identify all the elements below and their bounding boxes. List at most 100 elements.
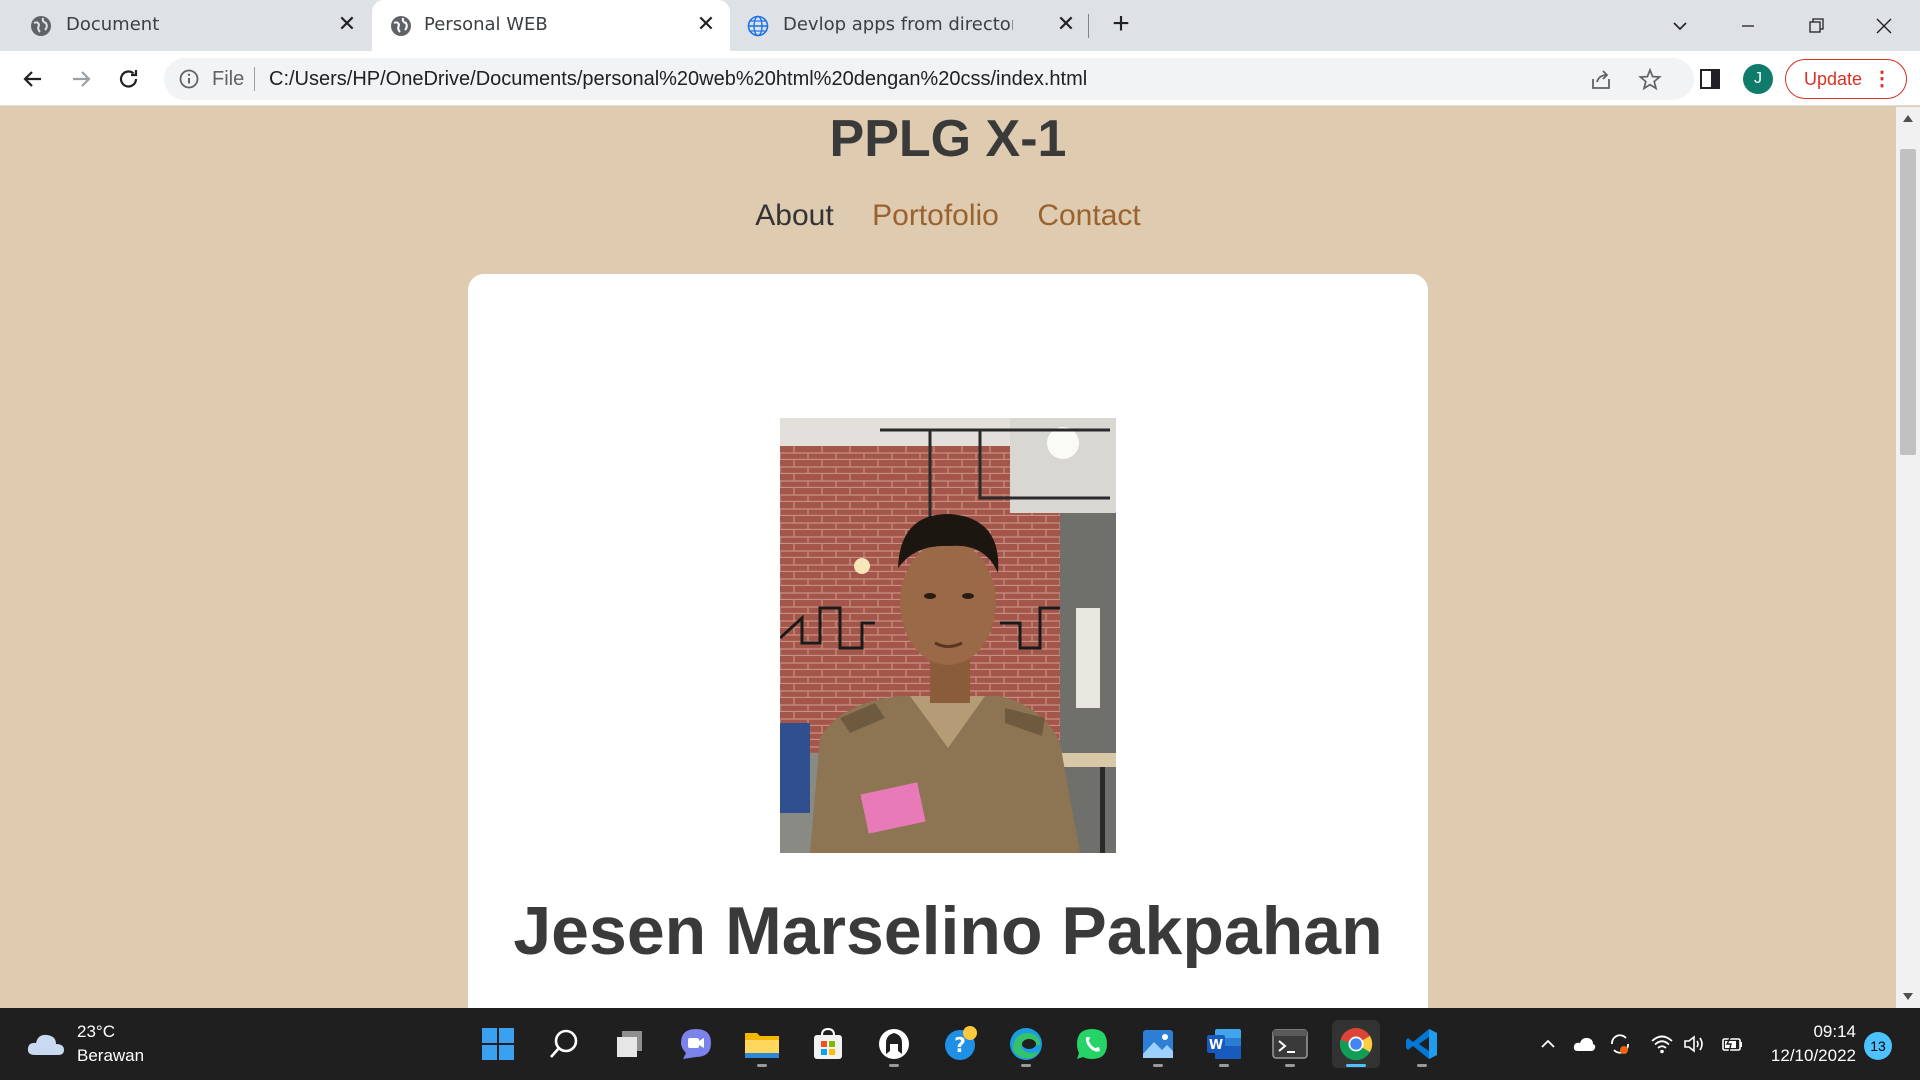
clock-date[interactable]: 12/10/2022 xyxy=(1760,1046,1856,1066)
get-help-button[interactable]: ? xyxy=(936,1020,984,1068)
site-nav: About Portofolio Contact xyxy=(0,199,1896,233)
battery-charging-icon[interactable] xyxy=(1720,1032,1744,1056)
running-indicator xyxy=(1219,1064,1229,1067)
start-button[interactable] xyxy=(474,1020,522,1068)
file-explorer-icon xyxy=(745,1033,779,1058)
update-button[interactable]: Update ⋮ xyxy=(1785,59,1907,99)
share-icon[interactable] xyxy=(1588,67,1614,93)
close-tab-icon[interactable]: ✕ xyxy=(694,13,718,37)
tab-title: Devlop apps from directory→gith xyxy=(783,14,1013,35)
url-divider xyxy=(254,67,255,91)
new-tab-button[interactable]: + xyxy=(1106,9,1136,40)
profile-card: Jesen Marselino Pakpahan xyxy=(468,274,1428,1008)
running-indicator xyxy=(1285,1064,1295,1067)
terminal-icon xyxy=(1272,1029,1308,1059)
close-window-icon[interactable] xyxy=(1864,8,1904,44)
globe-icon xyxy=(31,16,51,36)
side-panel-icon[interactable] xyxy=(1698,67,1722,91)
running-indicator xyxy=(757,1064,767,1067)
microsoft-store-button[interactable] xyxy=(804,1020,852,1068)
clock-time[interactable]: 09:14 xyxy=(1790,1022,1856,1042)
url-scheme-label: File xyxy=(212,68,245,90)
back-arrow-icon[interactable] xyxy=(16,62,50,96)
page-scrollbar[interactable] xyxy=(1896,107,1920,1008)
photos-icon xyxy=(1143,1030,1173,1058)
sync-icon[interactable] xyxy=(1608,1032,1632,1056)
word-button[interactable]: W xyxy=(1200,1020,1248,1068)
update-label: Update xyxy=(1804,69,1863,89)
web-globe-icon xyxy=(747,15,769,37)
globe-icon xyxy=(391,16,411,36)
whatsapp-button[interactable] xyxy=(1068,1020,1116,1068)
search-icon xyxy=(550,1029,578,1058)
scroll-up-arrow-icon[interactable] xyxy=(1903,115,1913,122)
teams-chat-button[interactable] xyxy=(672,1020,720,1068)
vscode-icon xyxy=(1406,1029,1437,1059)
get-help-icon: ? xyxy=(945,1026,977,1060)
volume-icon[interactable] xyxy=(1682,1032,1706,1056)
chrome-icon xyxy=(1339,1028,1373,1061)
running-indicator xyxy=(1346,1064,1366,1067)
github-desktop-icon xyxy=(879,1029,909,1059)
teams-chat-icon xyxy=(681,1029,711,1059)
tab-search-chevron-icon[interactable] xyxy=(1660,8,1700,44)
site-info-icon[interactable] xyxy=(178,68,200,90)
chrome-button[interactable] xyxy=(1332,1020,1380,1068)
tab-devlop-apps[interactable]: Devlop apps from directory→gith ✕ xyxy=(730,0,1080,51)
tab-title: Personal WEB xyxy=(424,14,548,35)
tab-title: Document xyxy=(66,14,160,35)
page-viewport: PPLG X-1 About Portofolio Contact Jesen … xyxy=(0,107,1896,1008)
browser-tab-strip: Document ✕ Personal WEB ✕ Devlop apps fr… xyxy=(0,0,1920,51)
edge-button[interactable] xyxy=(1002,1020,1050,1068)
nav-link-contact[interactable]: Contact xyxy=(1037,199,1140,233)
terminal-button[interactable] xyxy=(1266,1020,1314,1068)
notification-count-badge[interactable]: 13 xyxy=(1864,1032,1892,1060)
onedrive-cloud-icon[interactable] xyxy=(1572,1032,1596,1056)
svg-text:?: ? xyxy=(954,1033,966,1057)
url-text[interactable]: C:/Users/HP/OneDrive/Documents/personal%… xyxy=(269,68,1087,91)
file-explorer-button[interactable] xyxy=(738,1020,786,1068)
forward-arrow-icon[interactable] xyxy=(64,62,98,96)
tab-divider xyxy=(1088,14,1089,38)
taskbar-search-button[interactable] xyxy=(540,1020,588,1068)
cloud-icon[interactable] xyxy=(26,1028,66,1058)
nav-link-portofolio[interactable]: Portofolio xyxy=(872,199,999,233)
bookmark-star-icon[interactable] xyxy=(1637,67,1663,93)
windows-taskbar: 23°C Berawan ? W 09:14 12/10/2022 13 xyxy=(0,1008,1920,1080)
photos-button[interactable] xyxy=(1134,1020,1182,1068)
task-view-button[interactable] xyxy=(606,1020,654,1068)
restore-icon[interactable] xyxy=(1796,8,1836,44)
reload-icon[interactable] xyxy=(112,62,146,96)
start-icon xyxy=(482,1028,514,1060)
tab-personal-web[interactable]: Personal WEB ✕ xyxy=(372,0,730,51)
github-desktop-button[interactable] xyxy=(870,1020,918,1068)
nav-link-about[interactable]: About xyxy=(755,199,833,233)
address-bar[interactable]: File C:/Users/HP/OneDrive/Documents/pers… xyxy=(164,58,1694,100)
close-tab-icon[interactable]: ✕ xyxy=(1054,13,1078,37)
profile-avatar[interactable]: J xyxy=(1743,64,1773,94)
scroll-down-arrow-icon[interactable] xyxy=(1903,993,1913,1000)
running-indicator xyxy=(1153,1064,1163,1067)
wifi-icon[interactable] xyxy=(1650,1032,1674,1056)
close-tab-icon[interactable]: ✕ xyxy=(335,13,359,37)
site-title: PPLG X-1 xyxy=(829,110,1067,168)
vscode-button[interactable] xyxy=(1398,1020,1446,1068)
browser-toolbar: File C:/Users/HP/OneDrive/Documents/pers… xyxy=(0,51,1920,106)
weather-temperature[interactable]: 23°C xyxy=(77,1022,115,1042)
word-icon: W xyxy=(1207,1029,1241,1059)
profile-photo xyxy=(780,418,1116,853)
running-indicator xyxy=(889,1064,899,1067)
show-hidden-icons-chevron-icon[interactable] xyxy=(1536,1032,1560,1056)
person-name: Jesen Marselino Pakpahan xyxy=(513,893,1383,969)
scrollbar-thumb[interactable] xyxy=(1900,149,1916,455)
microsoft-store-icon xyxy=(814,1027,842,1059)
minimize-icon[interactable] xyxy=(1728,8,1768,44)
tab-document[interactable]: Document ✕ xyxy=(0,0,370,51)
running-indicator xyxy=(1021,1064,1031,1067)
whatsapp-icon xyxy=(1077,1029,1107,1059)
weather-description[interactable]: Berawan xyxy=(77,1046,144,1066)
menu-dots-icon: ⋮ xyxy=(1872,68,1892,90)
svg-text:W: W xyxy=(1209,1038,1223,1053)
edge-icon xyxy=(1010,1028,1042,1060)
task-view-icon xyxy=(617,1031,642,1057)
